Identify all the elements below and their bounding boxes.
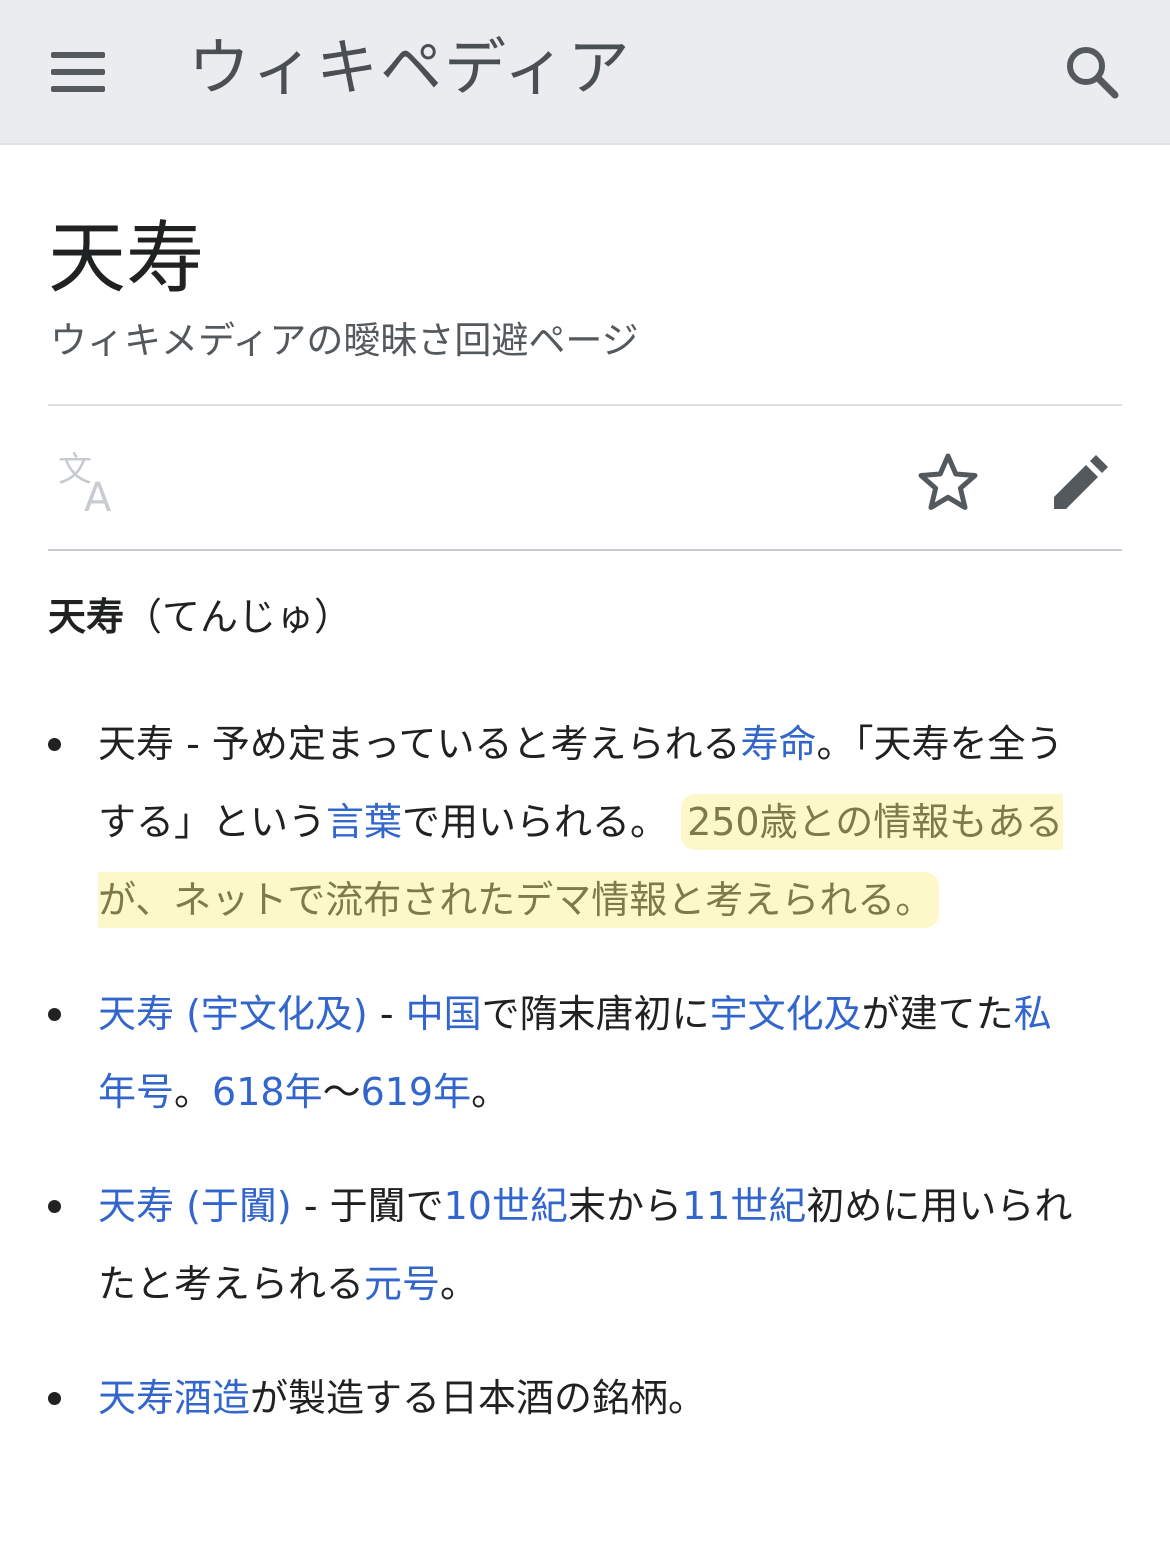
- page-description: ウィキメディアの曖昧さ回避ページ: [50, 319, 639, 362]
- list-item: 天寿 - 予め定まっていると考えられる寿命。「天寿を全うする」という言葉で用いら…: [48, 705, 1088, 939]
- disambiguation-list: 天寿 - 予め定まっていると考えられる寿命。「天寿を全うする」という言葉で用いら…: [48, 705, 1122, 1473]
- wikipedia-wordmark[interactable]: ウィキペディア: [188, 26, 632, 110]
- lead-paragraph: 天寿（てんじゅ）: [48, 587, 352, 647]
- link-tenju-uten[interactable]: 天寿 (于闐): [98, 1184, 292, 1228]
- main-menu-button[interactable]: [36, 30, 120, 114]
- svg-text:A: A: [84, 475, 112, 521]
- list-item: 天寿酒造が製造する日本酒の銘柄。: [48, 1359, 1088, 1437]
- bullet-icon: [48, 738, 61, 751]
- lead-reading: （てんじゅ）: [124, 595, 353, 639]
- search-icon: [1067, 47, 1119, 99]
- link-year-619[interactable]: 619年: [361, 1070, 472, 1114]
- pencil-icon: [1054, 455, 1108, 509]
- link-11th-century[interactable]: 11世紀: [682, 1184, 806, 1228]
- link-10th-century[interactable]: 10世紀: [444, 1184, 568, 1228]
- bullet-icon: [48, 1008, 61, 1021]
- link-year-618[interactable]: 618年: [212, 1070, 323, 1114]
- link-gengo[interactable]: 元号: [364, 1262, 440, 1306]
- edit-button[interactable]: [1038, 441, 1122, 525]
- title-divider: [48, 404, 1122, 406]
- link-tenju-ubunkakyu[interactable]: 天寿 (宇文化及): [98, 992, 368, 1036]
- app-header: ウィキペディア: [0, 0, 1170, 145]
- list-item: 天寿 (于闐) - 于闐で10世紀末から11世紀初めに用いられたと考えられる元号…: [48, 1167, 1088, 1323]
- link-kotoba[interactable]: 言葉: [326, 800, 402, 844]
- language-button[interactable]: 文 A: [54, 445, 130, 521]
- translate-icon: 文 A: [58, 450, 112, 521]
- link-china[interactable]: 中国: [406, 992, 482, 1036]
- link-jumyo[interactable]: 寿命: [740, 722, 816, 766]
- bullet-icon: [48, 1200, 61, 1213]
- star-icon: [918, 453, 978, 510]
- search-button[interactable]: [1050, 30, 1134, 114]
- lead-term: 天寿: [48, 595, 125, 639]
- hamburger-menu-icon: [51, 41, 105, 103]
- list-item: 天寿 (宇文化及) - 中国で隋末唐初に宇文化及が建てた私年号。618年〜619…: [48, 975, 1088, 1131]
- link-tenju-shuzo[interactable]: 天寿酒造: [98, 1376, 250, 1420]
- toolbar-divider: [48, 549, 1122, 551]
- bullet-icon: [48, 1392, 61, 1405]
- page-title: 天寿: [48, 214, 205, 304]
- link-ubunkakyu[interactable]: 宇文化及: [710, 992, 862, 1036]
- watch-star-button[interactable]: [906, 441, 990, 525]
